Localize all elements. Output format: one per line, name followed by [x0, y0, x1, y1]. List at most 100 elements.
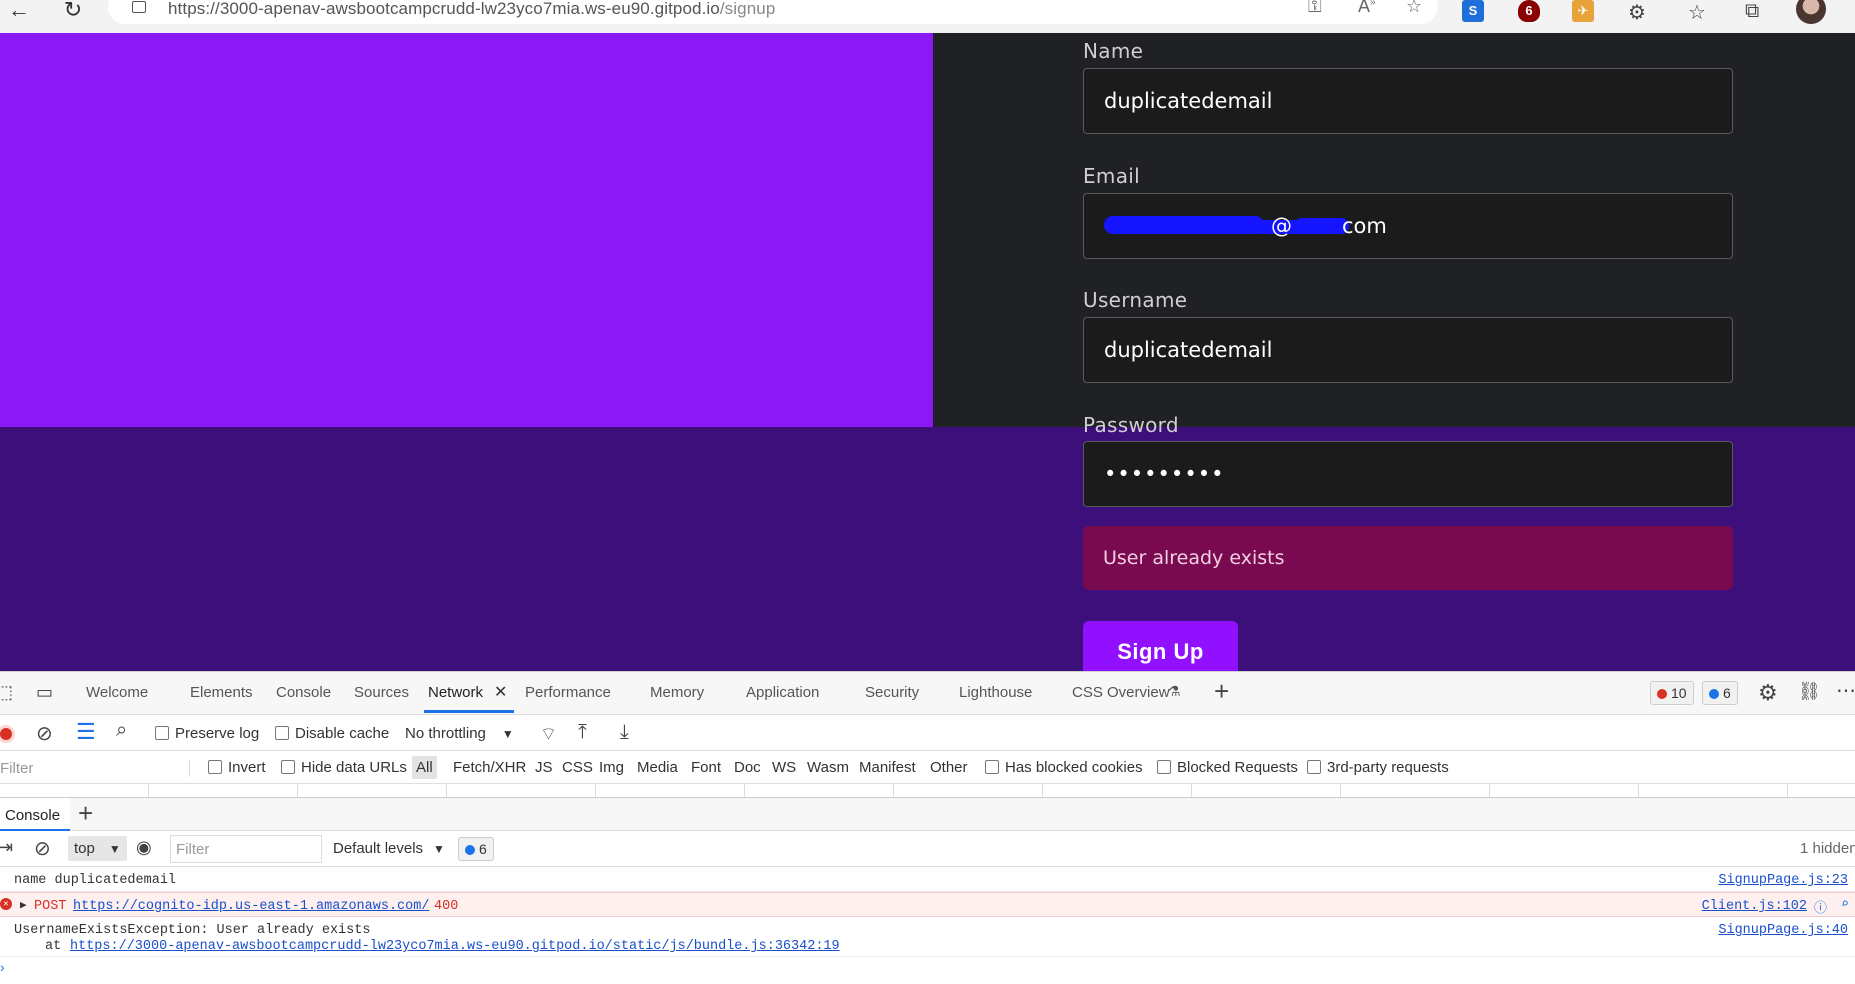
type-filter-css[interactable]: CSS [562, 759, 593, 776]
prompt-chevron-icon: › [0, 959, 5, 975]
type-filter-media[interactable]: Media [637, 759, 678, 776]
tab-sources[interactable]: Sources [354, 684, 409, 701]
username-label: Username [1083, 288, 1188, 312]
type-filter-all[interactable]: All [412, 756, 437, 779]
type-filter-font[interactable]: Font [691, 759, 721, 776]
read-aloud-icon[interactable]: A» [1358, 0, 1376, 17]
close-tab-icon[interactable]: ✕ [494, 682, 507, 702]
filter-icon[interactable]: ☰ [76, 719, 96, 745]
extension-s-icon[interactable]: S [1462, 0, 1484, 22]
devtools-panel: ⬚ ▭ Welcome Elements Console Sources Net… [0, 671, 1855, 984]
console-filter-input[interactable]: Filter [170, 835, 322, 863]
signup-button[interactable]: Sign Up [1083, 621, 1238, 671]
hero-panel [0, 33, 933, 427]
console-log-row: name duplicatedemail SignupPage.js:23 [0, 867, 1855, 892]
key-icon[interactable]: ⚿ [1308, 0, 1322, 17]
devtools-tabbar: ⬚ ▭ Welcome Elements Console Sources Net… [0, 672, 1855, 715]
network-filter-input[interactable]: Filter [0, 760, 190, 777]
password-input[interactable]: ••••••••• [1083, 441, 1733, 507]
redaction-mark [1104, 216, 1264, 234]
type-filter-manifest[interactable]: Manifest [859, 759, 916, 776]
favorites-icon[interactable]: ☆ [1688, 0, 1706, 25]
username-input[interactable]: duplicatedemail [1083, 317, 1733, 383]
type-filter-js[interactable]: JS [535, 759, 553, 776]
tab-welcome[interactable]: Welcome [86, 684, 148, 701]
context-select[interactable]: top ▼ [68, 836, 127, 861]
extension-icon[interactable]: ✈ [1572, 0, 1594, 22]
console-message-badge[interactable]: 6 [458, 837, 494, 861]
search-network-icon[interactable]: ⌕ [1841, 896, 1849, 913]
back-icon[interactable]: ← [4, 0, 34, 24]
request-url-link[interactable]: https://cognito-idp.us-east-1.amazonaws.… [73, 899, 429, 914]
type-filter-fetch-xhr[interactable]: Fetch/XHR [453, 759, 526, 776]
extensions-puzzle-icon[interactable]: ⚙ [1628, 0, 1646, 25]
type-filter-img[interactable]: Img [599, 759, 624, 776]
add-tab-icon[interactable]: + [1214, 676, 1229, 707]
email-input[interactable]: @ com [1083, 193, 1733, 259]
hide-data-urls-checkbox[interactable]: Hide data URLs [281, 759, 407, 776]
network-conditions-icon[interactable]: ⌔ [540, 723, 557, 746]
console-log-text: name duplicatedemail [14, 873, 177, 888]
tab-console[interactable]: Console [276, 684, 331, 701]
info-icon[interactable]: ⓘ [1814, 897, 1827, 916]
avatar[interactable] [1796, 0, 1826, 24]
type-filter-doc[interactable]: Doc [734, 759, 761, 776]
more-options-icon[interactable]: ⋯ [1836, 678, 1855, 703]
favorite-add-icon[interactable]: ☆ [1406, 0, 1422, 17]
customize-icon[interactable]: ⛓ [1798, 681, 1821, 702]
expand-triangle-icon[interactable]: ▶ [20, 898, 27, 912]
search-icon[interactable]: ⌕ [116, 719, 127, 742]
throttling-select[interactable]: No throttling ▼ [405, 725, 514, 742]
email-domain-tail: com [1342, 214, 1387, 238]
clear-icon[interactable]: ⊘ [36, 721, 53, 746]
blocked-requests-checkbox[interactable]: Blocked Requests [1157, 759, 1298, 776]
device-toolbar-icon[interactable]: ▭ [36, 682, 53, 703]
disable-cache-checkbox[interactable]: Disable cache [275, 725, 389, 742]
console-prompt[interactable]: › [0, 957, 1855, 977]
invert-checkbox[interactable]: Invert [208, 759, 266, 776]
tab-network[interactable]: Network [428, 684, 483, 701]
source-link[interactable]: Client.js:102 [1702, 899, 1807, 914]
refresh-icon[interactable]: ↻ [58, 0, 88, 24]
stack-url-link[interactable]: https://3000-apenav-awsbootcampcrudd-lw2… [70, 939, 840, 954]
source-link[interactable]: SignupPage.js:40 [1718, 923, 1848, 938]
name-input[interactable]: duplicatedemail [1083, 68, 1733, 134]
error-icon: ✕ [0, 898, 12, 910]
drawer-tab-console[interactable]: Console [0, 798, 70, 831]
tab-application[interactable]: Application [746, 684, 819, 701]
log-levels-select[interactable]: Default levels ▼ [333, 840, 445, 857]
stack-at: at [45, 939, 62, 954]
error-count-badge[interactable]: 10 [1650, 681, 1694, 705]
drawer-add-tab-icon[interactable]: + [78, 798, 93, 829]
type-filter-wasm[interactable]: Wasm [807, 759, 849, 776]
import-har-icon[interactable]: ⤒ [578, 721, 587, 744]
network-toolbar: ⊘ ☰ ⌕ Preserve log Disable cache No thro… [0, 715, 1855, 751]
request-method: POST [34, 899, 67, 914]
inspect-icon[interactable]: ⬚ [0, 682, 13, 703]
message-count-badge[interactable]: 6 [1702, 681, 1738, 705]
sidebar-toggle-icon[interactable]: ⇥ [0, 837, 13, 858]
tab-css-overview[interactable]: CSS Overview [1072, 684, 1170, 701]
password-label: Password [1083, 413, 1179, 437]
status-code: 400 [434, 899, 459, 914]
tab-performance[interactable]: Performance [525, 684, 611, 701]
record-icon[interactable] [0, 725, 15, 743]
third-party-requests-checkbox[interactable]: 3rd-party requests [1307, 759, 1449, 776]
has-blocked-cookies-checkbox[interactable]: Has blocked cookies [985, 759, 1143, 776]
ublock-icon[interactable]: 6 [1518, 0, 1540, 22]
clear-console-icon[interactable]: ⊘ [34, 836, 51, 861]
collections-icon[interactable]: ⧉ [1745, 0, 1759, 23]
address-bar[interactable]: https://3000-apenav-awsbootcampcrudd-lw2… [108, 0, 1438, 24]
tab-memory[interactable]: Memory [650, 684, 704, 701]
type-filter-other[interactable]: Other [930, 759, 968, 776]
type-filter-ws[interactable]: WS [772, 759, 796, 776]
tab-elements[interactable]: Elements [190, 684, 253, 701]
preserve-log-checkbox[interactable]: Preserve log [155, 725, 259, 742]
settings-icon[interactable]: ⚙ [1758, 680, 1778, 706]
export-har-icon[interactable]: ⤓ [620, 721, 629, 744]
source-link[interactable]: SignupPage.js:23 [1718, 873, 1848, 888]
live-expression-eye-icon[interactable]: ◉ [136, 837, 152, 858]
console-toolbar: ⇥ ⊘ top ▼ ◉ Filter Default levels ▼ 6 1 hi… [0, 831, 1855, 867]
tab-lighthouse[interactable]: Lighthouse [959, 684, 1032, 701]
tab-security[interactable]: Security [865, 684, 919, 701]
